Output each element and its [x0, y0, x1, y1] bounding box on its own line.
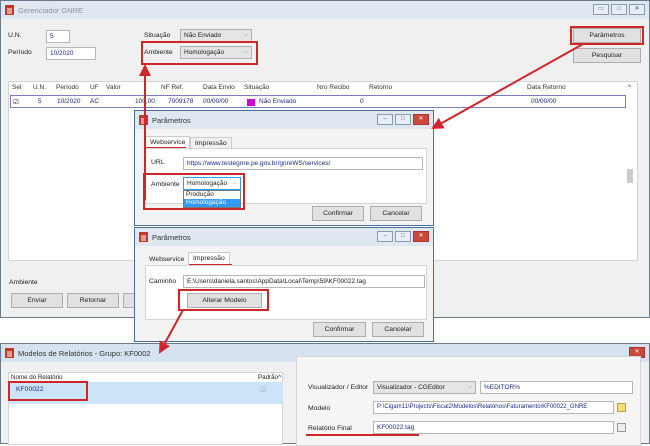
arrow-parametros [431, 43, 584, 129]
arrow-alterar-modelo [159, 309, 184, 354]
annotation-arrows [139, 43, 584, 354]
